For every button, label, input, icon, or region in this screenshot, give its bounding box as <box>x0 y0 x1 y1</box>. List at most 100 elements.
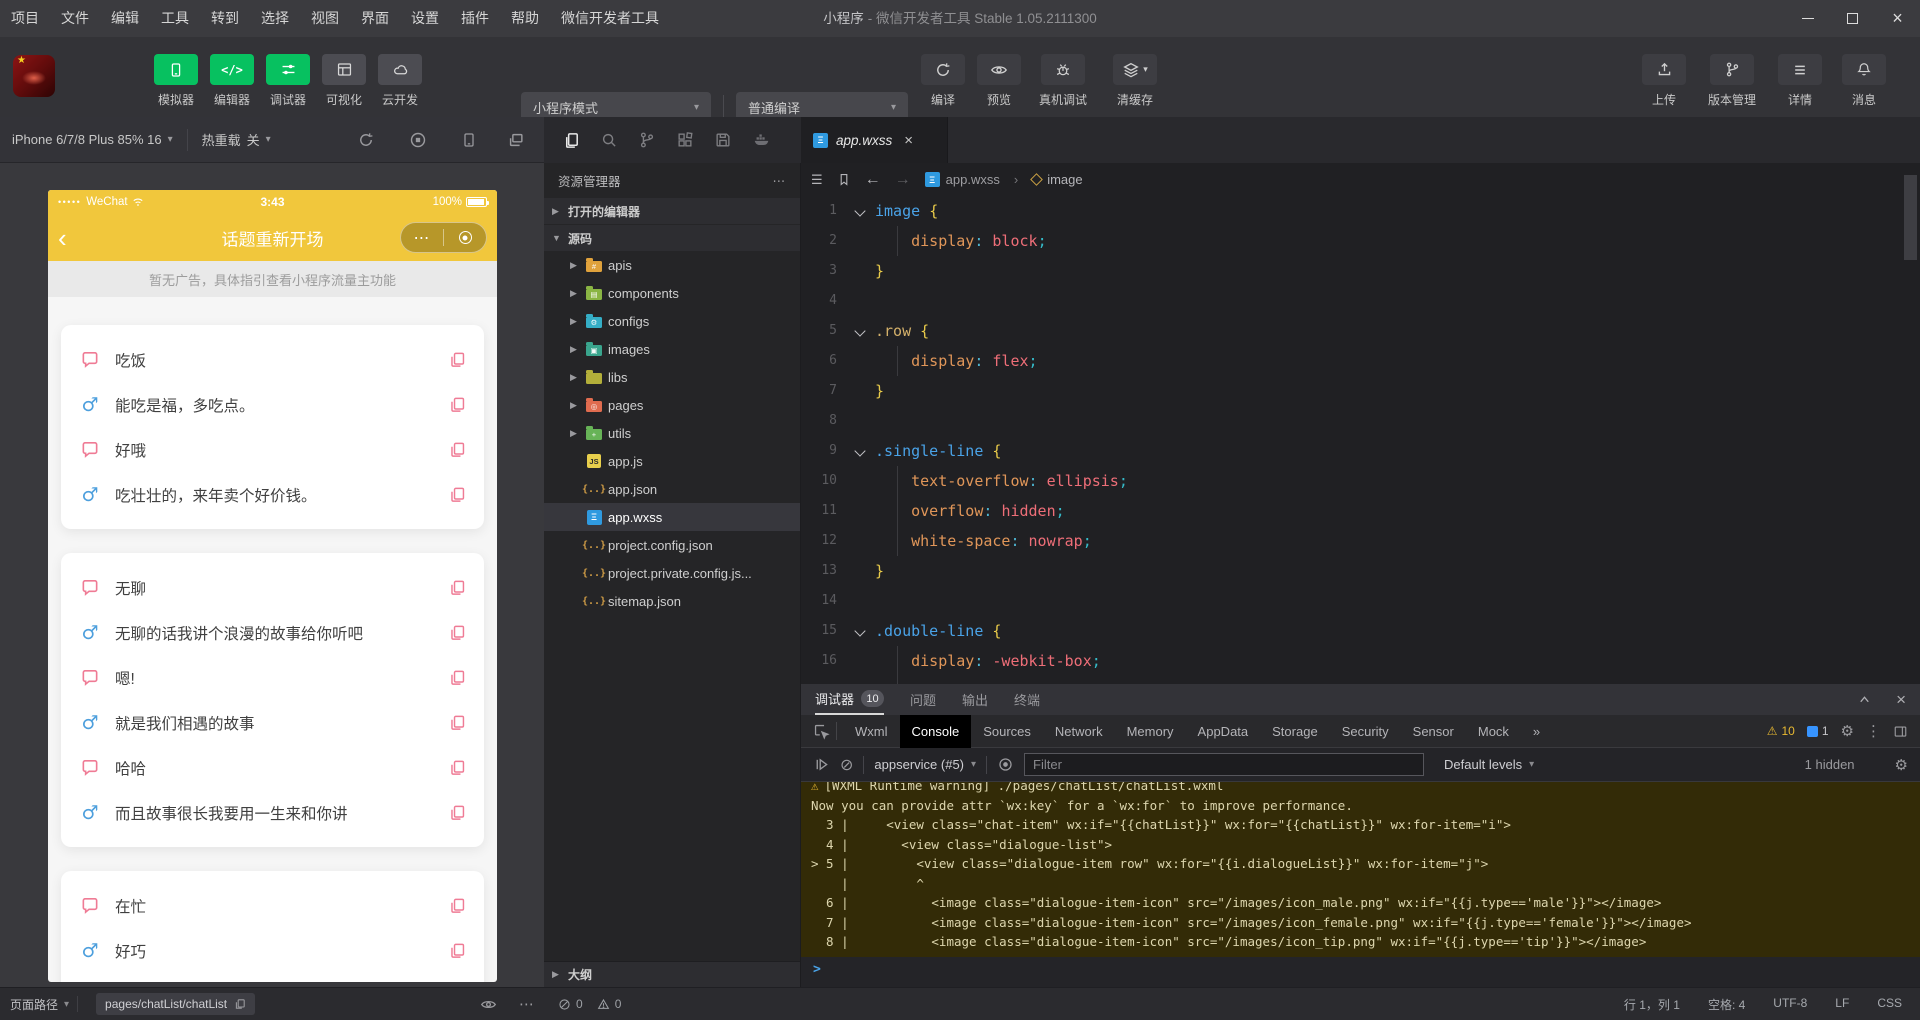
chat-row[interactable]: 好哦 <box>61 427 484 472</box>
menu-item-文件[interactable]: 文件 <box>50 0 100 37</box>
devtools-tab-Storage[interactable]: Storage <box>1260 715 1330 748</box>
menu-item-微信开发者工具[interactable]: 微信开发者工具 <box>550 0 670 37</box>
collapse-panel-icon[interactable] <box>1857 692 1872 707</box>
toolbar-button-云开发[interactable]: 云开发 <box>372 54 428 108</box>
chat-row[interactable]: 吃饭 <box>61 337 484 382</box>
devtools-tab-Wxml[interactable]: Wxml <box>843 715 900 748</box>
status-item[interactable]: CSS <box>1877 996 1902 1013</box>
copy-icon[interactable] <box>449 396 466 413</box>
chat-row[interactable]: ♂ 而且故事很长我要用一生来和你讲 <box>61 790 484 835</box>
breadcrumb-file[interactable]: Ξ app.wxss <box>924 172 1000 187</box>
toolbar-button-模拟器[interactable]: 模拟器 <box>148 54 204 108</box>
code-line[interactable]: 7} <box>801 376 1920 406</box>
code-line[interactable]: 16 display: -webkit-box; <box>801 646 1920 676</box>
page-path-chip[interactable]: pages/chatList/chatList <box>96 993 256 1015</box>
record-button[interactable] <box>409 131 427 149</box>
devtools-tab-Mock[interactable]: Mock <box>1466 715 1521 748</box>
menu-item-设置[interactable]: 设置 <box>400 0 450 37</box>
chat-row[interactable] <box>61 973 484 982</box>
warning-counter[interactable]: ⚠ 10 <box>1767 724 1795 738</box>
breadcrumb-symbol[interactable]: image <box>1030 172 1083 187</box>
page-path-select[interactable]: 页面路径 ▾ <box>10 996 69 1013</box>
problems-errors[interactable]: 0 <box>558 997 583 1011</box>
devtools-tab-Sources[interactable]: Sources <box>971 715 1043 748</box>
device-select[interactable]: iPhone 6/7/8 Plus 85% 16 ▾ <box>12 132 173 147</box>
toolbar-button-上传[interactable]: 上传 <box>1636 54 1692 108</box>
toolbar-button-版本管理[interactable]: 版本管理 <box>1700 54 1764 108</box>
file-row-app.wxss[interactable]: Ξapp.wxss <box>544 503 800 531</box>
gear-icon[interactable]: ⚙ <box>1895 756 1908 774</box>
code-line[interactable]: 3} <box>801 256 1920 286</box>
close-icon[interactable]: × <box>1896 691 1906 708</box>
code-line[interactable]: 4 <box>801 286 1920 316</box>
docker-button[interactable] <box>742 131 780 149</box>
tab-app-wxss[interactable]: Ξ app.wxss × <box>801 117 948 163</box>
forward-arrow-icon[interactable]: → <box>895 171 911 189</box>
chat-row[interactable]: ♂ 就是我们相遇的故事 <box>61 700 484 745</box>
editor-scrollbar[interactable] <box>1904 175 1917 260</box>
tab-overflow-icon[interactable]: » <box>1521 715 1552 748</box>
restart-button[interactable] <box>357 131 375 149</box>
copy-icon[interactable] <box>449 624 466 641</box>
copy-icon[interactable] <box>234 998 246 1010</box>
more-button[interactable]: ⋯ <box>401 228 443 248</box>
file-row-images[interactable]: ▶ ▣ images <box>544 335 800 363</box>
tab-output[interactable]: 输出 <box>962 684 988 715</box>
toolbar-button-编译[interactable]: 编译 <box>915 54 971 108</box>
devtools-tab-Security[interactable]: Security <box>1330 715 1401 748</box>
chat-row[interactable]: ♂ 能吃是福，多吃点。 <box>61 382 484 427</box>
chat-row[interactable]: 无聊 <box>61 565 484 610</box>
devtools-tab-Memory[interactable]: Memory <box>1115 715 1186 748</box>
back-icon[interactable]: ‹ <box>58 218 67 258</box>
back-arrow-icon[interactable]: ← <box>865 171 881 189</box>
toolbar-button-真机调试[interactable]: 真机调试 <box>1027 54 1099 108</box>
maximize-button[interactable] <box>1830 0 1875 37</box>
status-item[interactable]: UTF-8 <box>1773 996 1807 1013</box>
kebab-menu-icon[interactable]: ⋮ <box>1866 722 1881 740</box>
log-levels-select[interactable]: Default levels ▾ <box>1444 757 1534 772</box>
toolbar-button-可视化[interactable]: 可视化 <box>316 54 372 108</box>
file-row-libs[interactable]: ▶ libs <box>544 363 800 391</box>
menu-item-帮助[interactable]: 帮助 <box>500 0 550 37</box>
chat-row[interactable]: 嗯! <box>61 655 484 700</box>
code-line[interactable]: 8 <box>801 406 1920 436</box>
devtools-tab-Network[interactable]: Network <box>1043 715 1115 748</box>
inspect-icon[interactable] <box>813 723 830 740</box>
eye-icon[interactable] <box>480 996 497 1013</box>
bookmark-icon[interactable] <box>837 172 851 187</box>
file-row-app.js[interactable]: JS app.js <box>544 447 800 475</box>
menu-item-编辑[interactable]: 编辑 <box>100 0 150 37</box>
dock-side-icon[interactable] <box>1893 724 1908 739</box>
tab-debugger[interactable]: 调试器 10 <box>815 684 885 715</box>
project-avatar[interactable] <box>13 55 55 97</box>
code-line[interactable]: 6 display: flex; <box>801 346 1920 376</box>
code-line[interactable]: 11 overflow: hidden; <box>801 496 1920 526</box>
status-item[interactable]: 空格: 4 <box>1708 996 1745 1013</box>
clear-console-icon[interactable]: ⊘ <box>840 755 853 775</box>
copy-icon[interactable] <box>449 759 466 776</box>
resume-icon[interactable] <box>813 756 830 773</box>
problems-warnings[interactable]: 0 <box>597 997 621 1011</box>
search-button[interactable] <box>590 131 628 149</box>
tab-problems[interactable]: 问题 <box>910 684 936 715</box>
exit-button[interactable] <box>444 231 486 244</box>
devtools-tab-AppData[interactable]: AppData <box>1186 715 1261 748</box>
copy-icon[interactable] <box>449 942 466 959</box>
code-line[interactable]: 2 display: block; <box>801 226 1920 256</box>
code-line[interactable]: 14 <box>801 586 1920 616</box>
copy-icon[interactable] <box>449 579 466 596</box>
copy-icon[interactable] <box>449 804 466 821</box>
file-row-project.private.config.js...[interactable]: {..} project.private.config.js... <box>544 559 800 587</box>
tab-terminal[interactable]: 终端 <box>1014 684 1040 715</box>
file-row-project.config.json[interactable]: {..} project.config.json <box>544 531 800 559</box>
code-line[interactable]: 1 image { <box>801 196 1920 226</box>
chat-row[interactable]: 哈哈 <box>61 745 484 790</box>
chat-row[interactable]: ♂ 吃壮壮的，来年卖个好价钱。 <box>61 472 484 517</box>
code-line[interactable]: 10 text-overflow: ellipsis; <box>801 466 1920 496</box>
extensions-button[interactable] <box>666 131 704 149</box>
devtools-tab-Sensor[interactable]: Sensor <box>1401 715 1466 748</box>
info-counter[interactable]: 1 <box>1806 724 1829 738</box>
minimize-button[interactable] <box>1785 0 1830 37</box>
file-row-components[interactable]: ▶ ▤ components <box>544 279 800 307</box>
chat-row[interactable]: ♂ 好巧 <box>61 928 484 973</box>
